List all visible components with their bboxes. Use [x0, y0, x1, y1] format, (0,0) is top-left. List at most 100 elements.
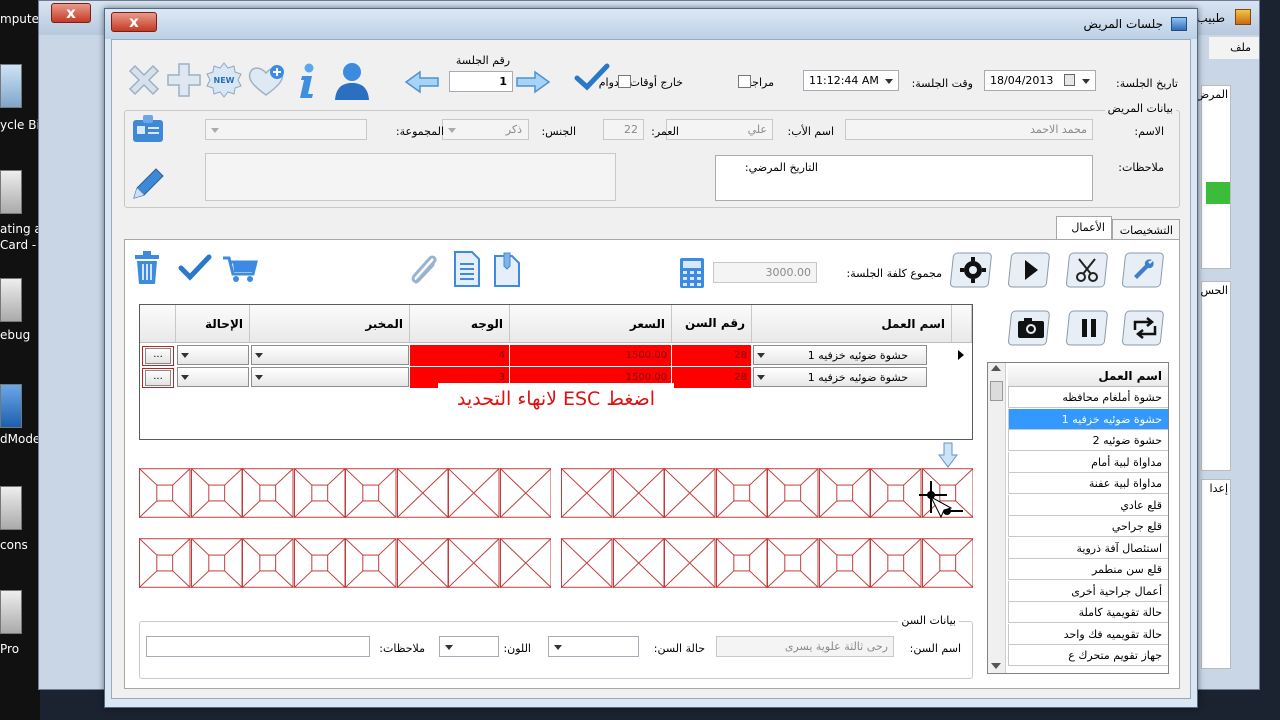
main-close-button[interactable]: x	[51, 3, 91, 23]
next-arrow-icon[interactable]	[515, 70, 551, 94]
file-icon[interactable]	[0, 590, 22, 634]
chevron-down-icon[interactable]	[1082, 79, 1090, 84]
tooth-cell[interactable]	[715, 538, 768, 588]
add-icon[interactable]	[166, 62, 202, 98]
tooth-cell[interactable]	[499, 468, 552, 518]
tooth-cell[interactable]	[242, 468, 294, 518]
pause-button[interactable]	[1066, 308, 1112, 348]
patient-card-icon[interactable]	[130, 110, 166, 146]
tooth-cell[interactable]	[448, 538, 500, 588]
settings-button[interactable]	[950, 250, 996, 290]
tooth-cell[interactable]	[561, 538, 613, 588]
work-name-select[interactable]: حشوة ضوئيه خزفيه 1	[753, 367, 927, 387]
chevron-down-icon[interactable]	[757, 353, 765, 358]
tooth-cell[interactable]	[396, 468, 449, 518]
group-select[interactable]	[205, 119, 367, 140]
session-time-picker[interactable]: 11:12:44 AM	[803, 70, 899, 91]
column-header-lab[interactable]: المخبر	[250, 305, 410, 343]
play-button[interactable]	[1008, 250, 1054, 290]
works-list[interactable]: اسم العمل حشوة أملغام محافظه حشوة ضوئيه خ…	[987, 362, 1169, 674]
desktop-icon-label[interactable]: dMode	[0, 432, 40, 446]
works-list-item[interactable]: مداواة لبية أمام	[1008, 451, 1168, 473]
row-more-button[interactable]: ...	[142, 368, 174, 388]
works-list-item[interactable]: حالة تقويميه فك واحد	[1008, 623, 1168, 645]
tooth-cell[interactable]	[870, 538, 922, 588]
tooth-cell[interactable]	[767, 468, 819, 518]
camera-button[interactable]	[1008, 308, 1054, 348]
works-list-header[interactable]: اسم العمل	[1008, 365, 1168, 387]
desktop-icon-label[interactable]: Pro	[0, 642, 19, 656]
tooth-cell[interactable]	[293, 468, 346, 518]
approve-check-icon[interactable]	[177, 252, 213, 282]
scroll-thumb[interactable]	[990, 381, 1003, 401]
tooth-cell[interactable]	[190, 468, 243, 518]
menu-file[interactable]: ملف	[1230, 41, 1251, 54]
attach-document-icon[interactable]	[492, 250, 522, 288]
tooth-number-cell[interactable]: 28	[672, 367, 752, 389]
list-scrollbar[interactable]	[988, 363, 1006, 673]
works-list-item[interactable]: قلع سن منطمر	[1008, 559, 1168, 580]
desktop-icon-label[interactable]: ebug	[0, 328, 30, 342]
info-icon[interactable]	[294, 62, 320, 100]
tab-works[interactable]: الأعمال	[1056, 216, 1112, 240]
chevron-down-icon[interactable]	[554, 645, 562, 650]
tooth-cell[interactable]	[345, 468, 397, 518]
chevron-down-icon[interactable]	[757, 375, 765, 380]
heart-add-icon[interactable]	[246, 64, 286, 98]
desktop-icon-label[interactable]: ycle Bi	[0, 118, 40, 132]
outside-hours-checkbox[interactable]	[618, 75, 631, 88]
column-header-price[interactable]: السعر	[510, 305, 672, 343]
tooth-cell[interactable]	[818, 538, 871, 588]
tooth-cell[interactable]	[139, 468, 191, 518]
session-number-field[interactable]: 1	[449, 71, 513, 92]
works-list-item[interactable]: أعمال جراحية أخرى	[1008, 580, 1168, 602]
works-list-item[interactable]: حالة تقويمية كاملة	[1008, 602, 1168, 623]
tooth-cell[interactable]	[190, 538, 243, 588]
works-list-item[interactable]: حشوة ضوئيه 2	[1008, 430, 1168, 451]
work-name-select[interactable]: حشوة ضوئيه خزفيه 1	[753, 345, 927, 365]
desktop-icon-label[interactable]: Card -	[0, 238, 36, 252]
father-name-field[interactable]: علي	[666, 119, 773, 140]
tools-button[interactable]	[1122, 250, 1168, 290]
tooth-cell[interactable]	[664, 468, 716, 518]
session-date-picker[interactable]: 18/04/2013	[984, 70, 1096, 91]
tooth-cell[interactable]	[139, 538, 191, 588]
cart-icon[interactable]	[221, 254, 259, 284]
works-list-item[interactable]: جهاز تقويم متحرك ع	[1008, 645, 1168, 666]
previous-arrow-icon[interactable]	[404, 70, 440, 94]
column-header-face[interactable]: الوجه	[410, 305, 510, 343]
works-list-item[interactable]: قلع جراحي	[1008, 516, 1168, 537]
works-list-item[interactable]: حشوة ضوئيه خزفيه 1	[1008, 408, 1168, 430]
works-list-item[interactable]: قلع عادي	[1008, 494, 1168, 516]
chevron-down-icon[interactable]	[181, 375, 189, 380]
scissors-button[interactable]	[1066, 250, 1112, 290]
column-header-tooth-number[interactable]: رقم السن	[672, 305, 752, 343]
column-header-referral[interactable]: الإحالة	[176, 305, 250, 343]
tooth-cell[interactable]	[561, 468, 613, 518]
chevron-down-icon[interactable]	[181, 353, 189, 358]
tooth-cell[interactable]	[293, 538, 346, 588]
lab-select[interactable]	[251, 345, 409, 365]
tooth-notes-field[interactable]	[146, 636, 370, 657]
desktop-icon-label[interactable]: cons	[0, 538, 28, 552]
tooth-cell[interactable]	[345, 538, 397, 588]
tooth-cell[interactable]	[715, 468, 768, 518]
tooth-cell[interactable]	[870, 468, 922, 518]
tooth-cell[interactable]	[396, 538, 449, 588]
repeat-button[interactable]	[1122, 308, 1168, 348]
tooth-cell[interactable]	[767, 538, 819, 588]
chevron-down-icon[interactable]	[211, 128, 219, 133]
face-cell[interactable]: 4	[410, 345, 510, 367]
attachment-icon[interactable]	[408, 252, 442, 288]
tooth-cell[interactable]	[664, 538, 716, 588]
file-icon[interactable]	[0, 486, 22, 530]
app-icon[interactable]	[0, 384, 22, 428]
scroll-up-icon[interactable]	[991, 365, 1001, 371]
file-icon[interactable]	[0, 170, 22, 214]
tooth-cell[interactable]	[612, 468, 665, 518]
chevron-down-icon[interactable]	[448, 128, 456, 133]
confirm-check-icon[interactable]	[573, 62, 611, 92]
close-button[interactable]: x	[111, 12, 157, 32]
chevron-down-icon[interactable]	[445, 645, 453, 650]
tooth-cell[interactable]	[242, 538, 294, 588]
